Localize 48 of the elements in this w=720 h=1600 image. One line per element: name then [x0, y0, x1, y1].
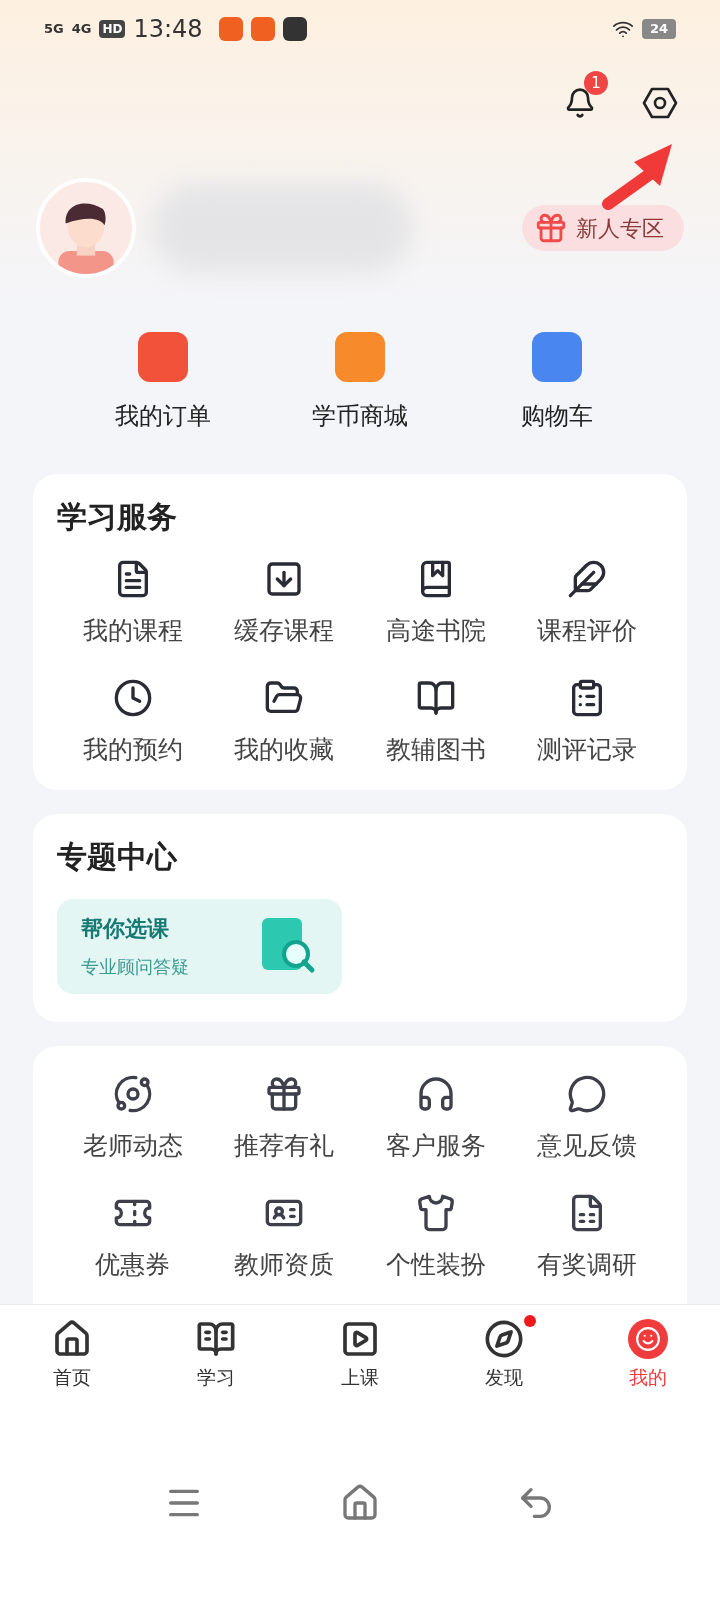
service-item[interactable]: 教辅图书 — [360, 678, 512, 766]
service-item[interactable]: 推荐有礼 — [208, 1073, 360, 1161]
service-item[interactable]: 高途书院 — [360, 559, 512, 647]
app-notification-icon — [282, 17, 307, 41]
signal-label: 4G — [71, 20, 92, 39]
service-item[interactable]: 优惠券 — [57, 1192, 209, 1280]
chat-icon — [567, 1073, 608, 1114]
service-item[interactable]: 教师资质 — [208, 1192, 360, 1280]
app-notification-icon — [250, 17, 275, 41]
clock-icon — [112, 678, 153, 719]
quick-link[interactable]: 购物车 — [458, 332, 656, 434]
quick-link[interactable]: 学币商城 — [261, 332, 459, 434]
tab[interactable]: 发现 — [432, 1319, 576, 1392]
card-title: 帮你选课 — [81, 915, 169, 943]
tab[interactable]: 首页 — [0, 1319, 144, 1392]
course-advice-card[interactable]: 帮你选课 专业顾问答疑 — [57, 898, 342, 994]
card-subtitle: 专业顾问答疑 — [81, 955, 189, 979]
service-item[interactable]: 缓存课程 — [208, 559, 360, 647]
service-item[interactable]: 意见反馈 — [511, 1073, 663, 1161]
compass-icon — [484, 1319, 524, 1360]
section-title: 学习服务 — [57, 498, 178, 536]
planet-icon — [112, 1073, 153, 1114]
quick-link[interactable]: 我的订单 — [64, 332, 262, 434]
service-item[interactable]: 有奖调研 — [511, 1192, 663, 1280]
signal-label: 5G — [44, 20, 64, 39]
gift-icon — [534, 211, 568, 245]
face-icon — [628, 1319, 668, 1360]
section-title: 专题中心 — [57, 837, 178, 876]
service-item[interactable]: 老师动态 — [57, 1073, 209, 1161]
service-item[interactable]: 我的预约 — [57, 678, 209, 766]
service-item[interactable]: 测评记录 — [511, 678, 663, 766]
service-item[interactable]: 客户服务 — [360, 1073, 512, 1161]
service-item[interactable]: 我的课程 — [57, 559, 209, 647]
promo-button[interactable]: 新人专区 — [522, 205, 684, 251]
battery-indicator: 24 — [641, 19, 676, 39]
home-icon[interactable] — [340, 1483, 380, 1523]
service-item[interactable]: 个性装扮 — [360, 1192, 512, 1280]
clock-time: 13:48 — [133, 14, 203, 45]
tab[interactable]: 我的 — [576, 1319, 720, 1392]
hd-badge: HD — [99, 20, 126, 38]
service-item[interactable]: 课程评价 — [511, 559, 663, 647]
service-item[interactable]: 我的收藏 — [208, 678, 360, 766]
app-notification-icon — [218, 17, 243, 41]
shirt-icon — [415, 1192, 456, 1233]
tab[interactable]: 上课 — [288, 1319, 432, 1392]
notification-badge: 1 — [584, 71, 608, 95]
feather-icon — [567, 559, 608, 599]
tab[interactable]: 学习 — [144, 1319, 288, 1392]
